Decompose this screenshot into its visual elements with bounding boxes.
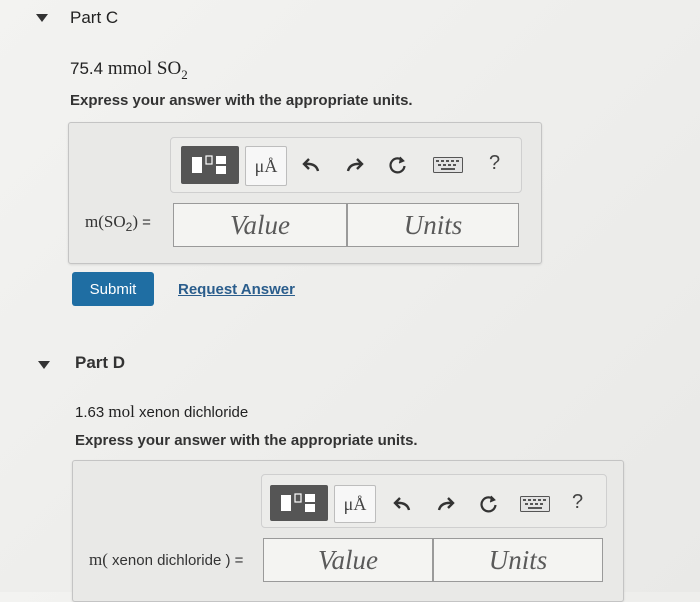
- help-button[interactable]: ?: [572, 491, 583, 514]
- problem-value: 75.4: [70, 59, 104, 78]
- problem-unit: mol: [108, 402, 135, 421]
- part-c-title: Part C: [70, 8, 119, 27]
- templates-button[interactable]: [270, 485, 328, 521]
- part-d-instruction: Express your answer with the appropriate…: [75, 432, 418, 449]
- undo-icon: [302, 158, 320, 172]
- value-input[interactable]: [174, 203, 346, 247]
- undo-button[interactable]: [299, 153, 325, 177]
- problem-name: xenon dichloride: [139, 404, 249, 421]
- reset-button[interactable]: [385, 152, 411, 178]
- part-c-answer-box: μÅ ? m(SO2) =: [68, 122, 542, 264]
- problem-value: 1.63: [75, 404, 105, 421]
- templates-icon: [192, 155, 226, 174]
- part-d-units-input[interactable]: [433, 538, 603, 582]
- part-c-variable-label: m(SO2) =: [85, 212, 151, 234]
- part-c-toolbar: μÅ ?: [170, 137, 522, 193]
- keyboard-icon: [433, 157, 463, 173]
- keyboard-icon: [520, 496, 550, 512]
- keyboard-button[interactable]: [518, 493, 552, 515]
- reset-button[interactable]: [476, 491, 502, 517]
- reset-icon: [389, 156, 406, 174]
- reset-icon: [480, 495, 497, 513]
- units-input[interactable]: [348, 203, 518, 247]
- collapse-caret-icon[interactable]: [36, 14, 48, 22]
- redo-icon: [346, 158, 364, 172]
- request-answer-link[interactable]: Request Answer: [178, 281, 295, 298]
- help-button[interactable]: ?: [489, 152, 500, 175]
- part-d-value-input[interactable]: [263, 538, 433, 582]
- part-c-instruction: Express your answer with the appropriate…: [70, 92, 413, 109]
- redo-button[interactable]: [432, 492, 458, 516]
- submit-button[interactable]: Submit: [72, 272, 154, 306]
- keyboard-button[interactable]: [431, 154, 465, 176]
- part-d-problem: 1.63 mol xenon dichloride: [75, 402, 248, 422]
- part-c-problem: 75.4 mmol SO2: [70, 58, 188, 83]
- templates-button[interactable]: [181, 146, 239, 184]
- micro-angstrom-icon: μÅ: [343, 493, 367, 514]
- part-d-answer-box: μÅ ? m( xenon dichloride ) =: [72, 460, 624, 602]
- problem-unit: mmol: [107, 58, 153, 79]
- units-symbol-button[interactable]: μÅ: [334, 485, 376, 523]
- part-c-units-input[interactable]: [347, 203, 519, 247]
- part-c-value-input[interactable]: [173, 203, 347, 247]
- part-d-variable-label: m( xenon dichloride ) =: [89, 550, 244, 569]
- templates-icon: [281, 493, 315, 512]
- problem-formula: SO2: [156, 58, 188, 82]
- redo-button[interactable]: [341, 153, 367, 177]
- collapse-caret-icon[interactable]: [38, 361, 50, 369]
- value-input[interactable]: [264, 538, 432, 582]
- units-symbol-button[interactable]: μÅ: [245, 146, 287, 186]
- redo-icon: [437, 497, 455, 511]
- part-d-title: Part D: [75, 353, 126, 372]
- undo-button[interactable]: [390, 492, 416, 516]
- part-d-toolbar: μÅ ?: [261, 474, 607, 528]
- units-input[interactable]: [434, 538, 602, 582]
- undo-icon: [393, 497, 411, 511]
- micro-angstrom-icon: μÅ: [254, 155, 278, 176]
